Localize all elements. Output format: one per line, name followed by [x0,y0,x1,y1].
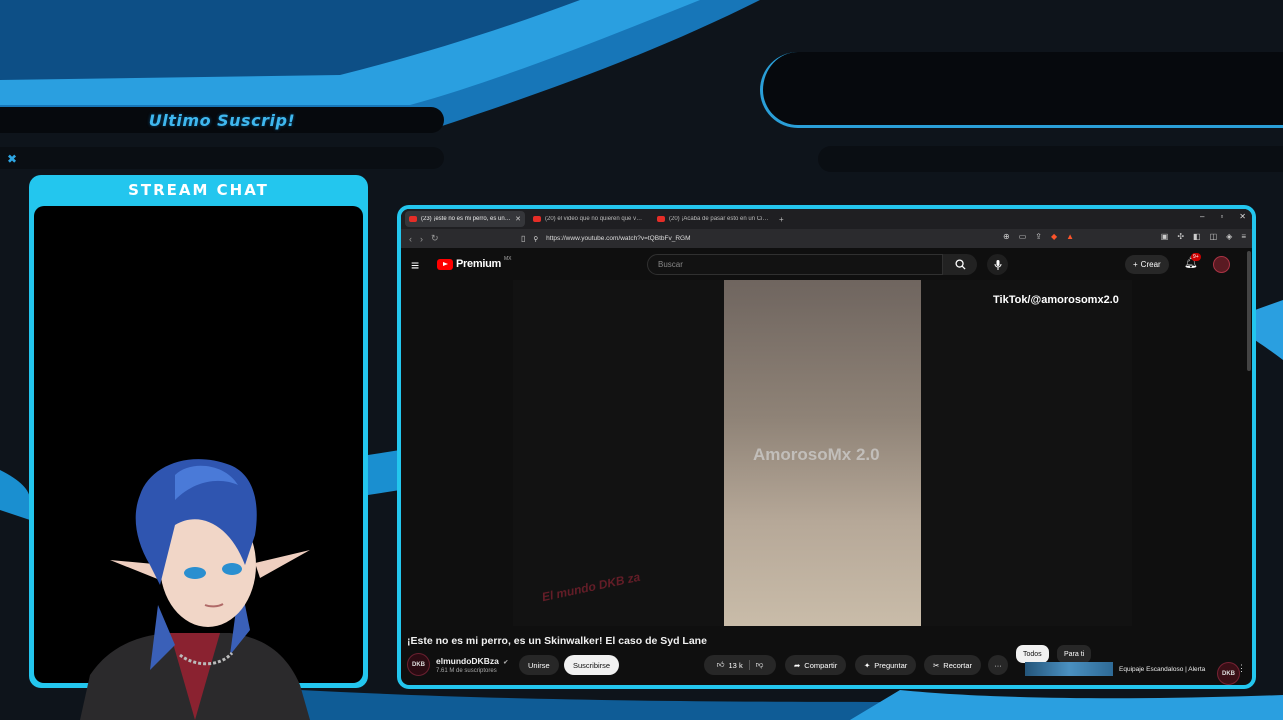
sidebar-icon[interactable]: ◧ [1193,232,1201,241]
share-icon: ➦ [794,660,801,670]
vtuber-avatar [80,459,310,720]
brave-shield-icon[interactable]: ◆ [1051,232,1057,241]
window-controls: – ▫ ✕ [1200,212,1246,221]
thumbs-up-icon: 👍︎ [716,660,725,669]
tab-3[interactable]: (20) ¡Acaba de pasar esto en un Cine! [653,211,773,227]
search-input[interactable]: Buscar [647,254,943,275]
scissors-icon: ✂ [933,660,940,670]
thumbs-down-icon: 👎︎ [755,660,764,669]
plus-icon: + [1133,260,1138,269]
youtube-play-icon [437,258,453,270]
youtube-favicon-icon [409,216,417,222]
forward-icon[interactable]: › [420,234,423,244]
video-title: ¡Este no es mi perro, es un Skinwalker! … [407,635,707,647]
ask-label: Preguntar [874,660,908,670]
search-icon [954,259,966,270]
minimize-button[interactable]: – [1200,212,1204,221]
x-logo-icon: ✖ [7,152,18,166]
clip-label: Recortar [943,660,973,670]
tab-bar: (23) ¡este no es mi perro, es un Skinwal… [401,209,1252,229]
hamburger-menu-icon[interactable]: ≡ [411,257,419,273]
page-scrollbar[interactable] [1247,251,1251,371]
recommended-more-icon[interactable]: ⋮ [1237,663,1246,674]
site-info-icon[interactable]: ⚲ [533,235,538,243]
tab-close-icon[interactable]: ✕ [515,215,521,223]
tab-1[interactable]: (23) ¡este no es mi perro, es un Skinwal… [405,211,525,227]
toolbar-icons: ▣ ✣ ◧ ◫ ◈ ≡ [1161,232,1246,241]
share-label: Compartir [804,660,838,670]
address-actions: ⊕ ▭ ⇪ ◆ ▲ [1003,232,1074,241]
channel-name[interactable]: elmundoDKBza ✔ [436,656,508,666]
reload-icon[interactable]: ↻ [431,233,439,244]
youtube-favicon-icon [657,216,665,222]
recommended-title: Equipaje Escandaloso | Alerta [1119,665,1206,673]
wallet-icon[interactable]: ◫ [1210,232,1218,241]
notifications-button[interactable]: 🔔︎ 9+ [1184,253,1201,269]
browser-window: (23) ¡este no es mi perro, es un Skinwal… [401,209,1252,685]
join-button[interactable]: Unirse [519,655,559,675]
logo-word: Premium [456,258,501,270]
share-button[interactable]: ➦ Compartir [785,655,847,675]
subscribe-button[interactable]: Suscribirse [564,655,620,675]
tiktok-watermark: TikTok/@amorosomx2.0 [993,294,1119,306]
search-button[interactable] [943,254,977,275]
user-avatar[interactable] [1213,256,1230,273]
recommended-thumbnail [1025,662,1113,676]
youtube-header: ≡ Premium MX Buscar + Crear 🔔︎ 9+ [401,248,1252,281]
close-window-button[interactable]: ✕ [1239,212,1246,221]
latest-subscriber-label: Ultimo Suscrip! [148,110,296,130]
clip-button[interactable]: ✂ Recortar [924,655,982,675]
cast-icon[interactable]: ▭ [1019,232,1027,241]
like-button[interactable]: 👍︎ 13 k [717,660,750,670]
recommended-video[interactable]: Equipaje Escandaloso | Alerta [1025,661,1250,677]
subscriber-name-bar [0,147,444,169]
create-button[interactable]: + Crear [1125,255,1169,274]
bookmark-icon[interactable]: ▯ [521,234,525,243]
tab-label: (23) ¡este no es mi perro, es un Skinwal… [421,216,511,222]
share-page-icon[interactable]: ⇪ [1035,232,1042,241]
verified-icon: ✔ [503,660,509,666]
like-dislike-group: 👍︎ 13 k 👎︎ [704,655,776,675]
tab-label: (20) ¡Acaba de pasar esto en un Cine! [669,216,769,222]
notification-badge: 9+ [1191,253,1201,261]
back-icon[interactable]: ‹ [409,234,412,244]
tab-2[interactable]: (20) el video que no quieren que veas [529,211,649,227]
extensions-icon[interactable]: ✣ [1177,232,1184,241]
url-field[interactable]: ▯ ⚲ https://www.youtube.com/watch?v=tQBt… [521,232,1081,245]
vpn-icon[interactable]: ◈ [1226,232,1232,241]
sparkle-icon: ✦ [864,660,871,670]
overlay-right-bar [818,146,1283,172]
overlay-top-right-panel [760,52,1283,128]
channel-avatar[interactable]: DKB [407,653,430,676]
video-player[interactable]: AmorosoMx 2.0 TikTok/@amorosomx2.0 El mu… [513,280,1240,685]
ask-button[interactable]: ✦ Preguntar [855,655,917,675]
stream-chat-title: STREAM CHAT [128,181,269,199]
channel-watermark: El mundo DKB za [540,569,642,605]
dislike-button[interactable]: 👎︎ [750,660,764,670]
channel-name-text: elmundoDKBza [436,656,499,666]
video-watermark: AmorosoMx 2.0 [753,445,880,464]
logo-country: MX [503,256,512,262]
tab-label: (20) el video que no quieren que veas [545,216,645,222]
reader-icon[interactable]: ▣ [1161,232,1169,241]
latest-subscriber-banner: Ultimo Suscrip! [0,107,444,133]
url-text: https://www.youtube.com/watch?v=tQBtbFv_… [546,235,691,242]
create-label: Crear [1140,260,1161,269]
new-tab-button[interactable]: + [779,215,784,224]
address-bar: ‹ › ↻ ▯ ⚲ https://www.youtube.com/watch?… [401,229,1252,248]
youtube-favicon-icon [533,216,541,222]
maximize-button[interactable]: ▫ [1220,212,1223,221]
more-actions-button[interactable]: ··· [988,655,1008,675]
youtube-logo[interactable]: Premium MX [437,256,512,270]
menu-icon[interactable]: ≡ [1241,232,1246,241]
subscriber-count: 7.61 M de suscriptores [436,668,497,674]
microphone-icon [994,259,1001,270]
brave-rewards-icon[interactable]: ▲ [1066,232,1074,241]
voice-search-button[interactable] [987,254,1008,275]
zoom-icon[interactable]: ⊕ [1003,232,1010,241]
like-count: 13 k [728,660,743,670]
channel-row: DKB elmundoDKBza ✔ 7.61 M de suscriptore… [407,645,1252,679]
